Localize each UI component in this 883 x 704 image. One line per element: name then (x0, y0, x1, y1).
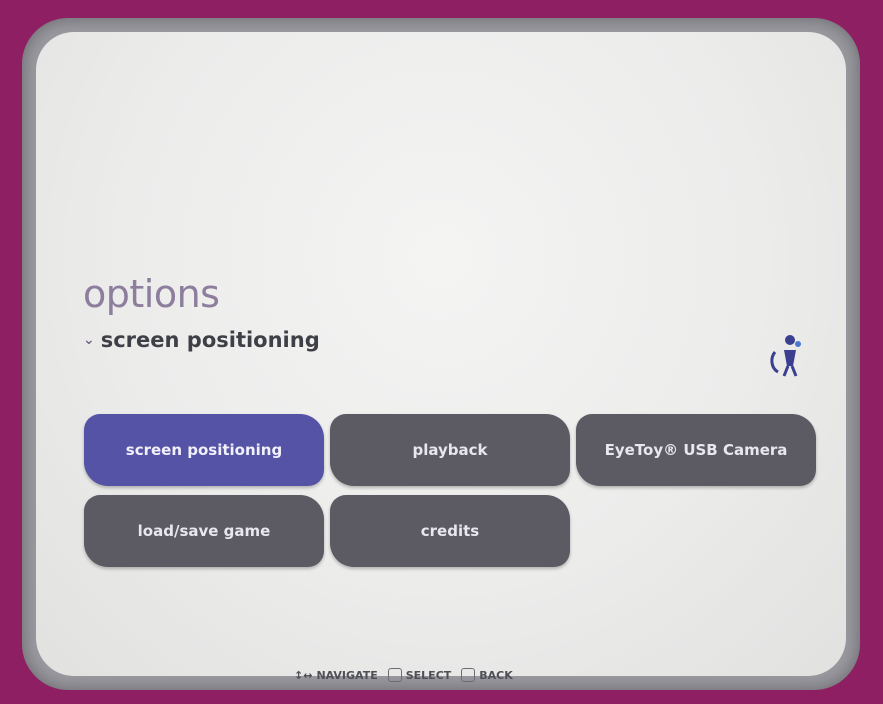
menu-item-playback[interactable]: playback (330, 414, 570, 486)
navigate-label: NAVIGATE (316, 668, 378, 682)
current-selection-label: screen positioning (100, 328, 320, 352)
select-label: SELECT (405, 668, 452, 682)
menu-item-eyetoy-camera[interactable]: EyeToy® USB Camera (576, 414, 816, 486)
menu-item-credits[interactable]: credits (330, 495, 570, 567)
page-title: options (83, 272, 220, 316)
back-hint: BACK (461, 668, 513, 682)
options-panel: options ⌄ screen positioning screen posi… (36, 32, 846, 682)
button-hints: ↕↔ NAVIGATE SELECT BACK (294, 668, 513, 682)
cross-button-icon (387, 668, 402, 682)
navigate-hint: ↕↔ NAVIGATE (294, 669, 378, 682)
mascot-icon (770, 335, 801, 377)
dpad-icon: ↕↔ (294, 668, 313, 682)
select-hint: SELECT (387, 668, 452, 682)
menu-item-load-save-game[interactable]: load/save game (84, 495, 324, 567)
menu-item-screen-positioning[interactable]: screen positioning (84, 414, 324, 486)
back-label: BACK (479, 668, 513, 682)
tv-frame: options ⌄ screen positioning screen posi… (22, 18, 860, 690)
chevron-down-icon: ⌄ (83, 332, 95, 348)
triangle-button-icon (461, 668, 476, 682)
current-selection: ⌄ screen positioning (83, 328, 320, 352)
